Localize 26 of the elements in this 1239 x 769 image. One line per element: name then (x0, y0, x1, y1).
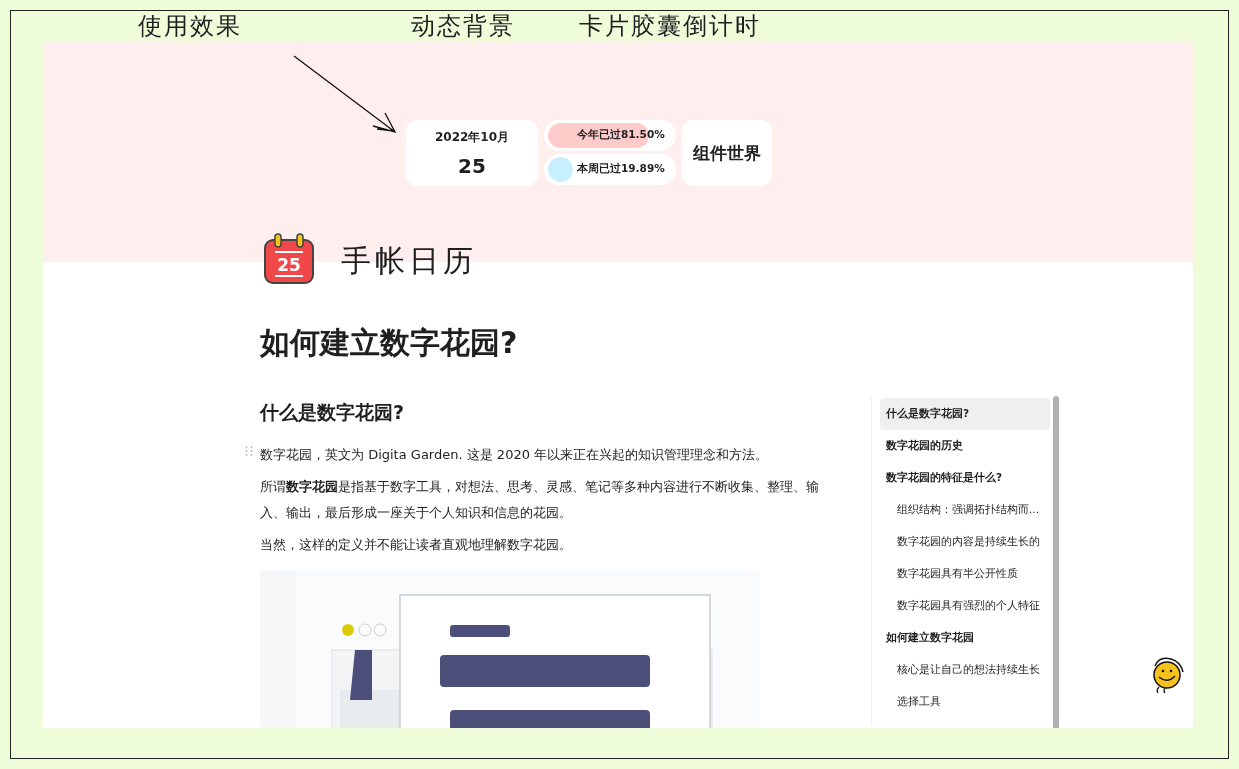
toc-item[interactable]: 数字花园的内容是持续生长的 (880, 526, 1050, 558)
progress-label: 今年已过81.50% (577, 128, 665, 142)
toc-item[interactable]: 组织结构：强调拓扑结构而... (880, 494, 1050, 526)
paragraph: 数字花园，英文为 Digita Garden. 这是 2020 年以来正在兴起的知识管理理念和方法。 (260, 446, 770, 464)
drag-handle-icon[interactable] (245, 445, 253, 457)
toc-item[interactable]: 数字花园的历史 (880, 430, 1050, 462)
month-label: 2022年10月 (434, 128, 510, 146)
scrollbar-thumb[interactable] (1053, 396, 1059, 728)
annotation-text: 使用效果 (138, 13, 242, 39)
day-number: 25 (458, 153, 486, 178)
page-name: 手帐日历 (341, 241, 477, 280)
section-heading: 什么是数字花园? (260, 400, 406, 425)
progress-label: 本周已过19.89% (577, 162, 665, 176)
paragraph: 当然，这样的定义并不能让读者直观地理解数字花园。 (260, 536, 573, 554)
toc-item[interactable]: 如何建立数字花园 (880, 622, 1050, 654)
page-title: 如何建立数字花园? (260, 324, 519, 362)
toc-item[interactable]: 什么是数字花园? (880, 398, 1050, 430)
toc-item[interactable]: 选择工具 (880, 686, 1050, 718)
paragraph: 所谓数字花园是指基于数字工具，对想法、思考、灵感、笔记等多种内容进行不断收集、整理、输入、输出，最后形成一座关于个人知识和信息的花园。 (260, 478, 820, 522)
brand-card: 组件世界 (682, 120, 772, 186)
toc-item[interactable]: 数字花园具有半公开性质 (880, 558, 1050, 590)
annotation-text: 卡片胶囊倒计时 (579, 13, 761, 39)
toc-item[interactable]: 数字花园的特征是什么? (880, 462, 1050, 494)
toc-item[interactable]: 核心是让自己的想法持续生长 (880, 654, 1050, 686)
toc-item[interactable]: 数字花园具有强烈的个人特征 (880, 590, 1050, 622)
annotation-text: 动态背景 (411, 13, 515, 39)
